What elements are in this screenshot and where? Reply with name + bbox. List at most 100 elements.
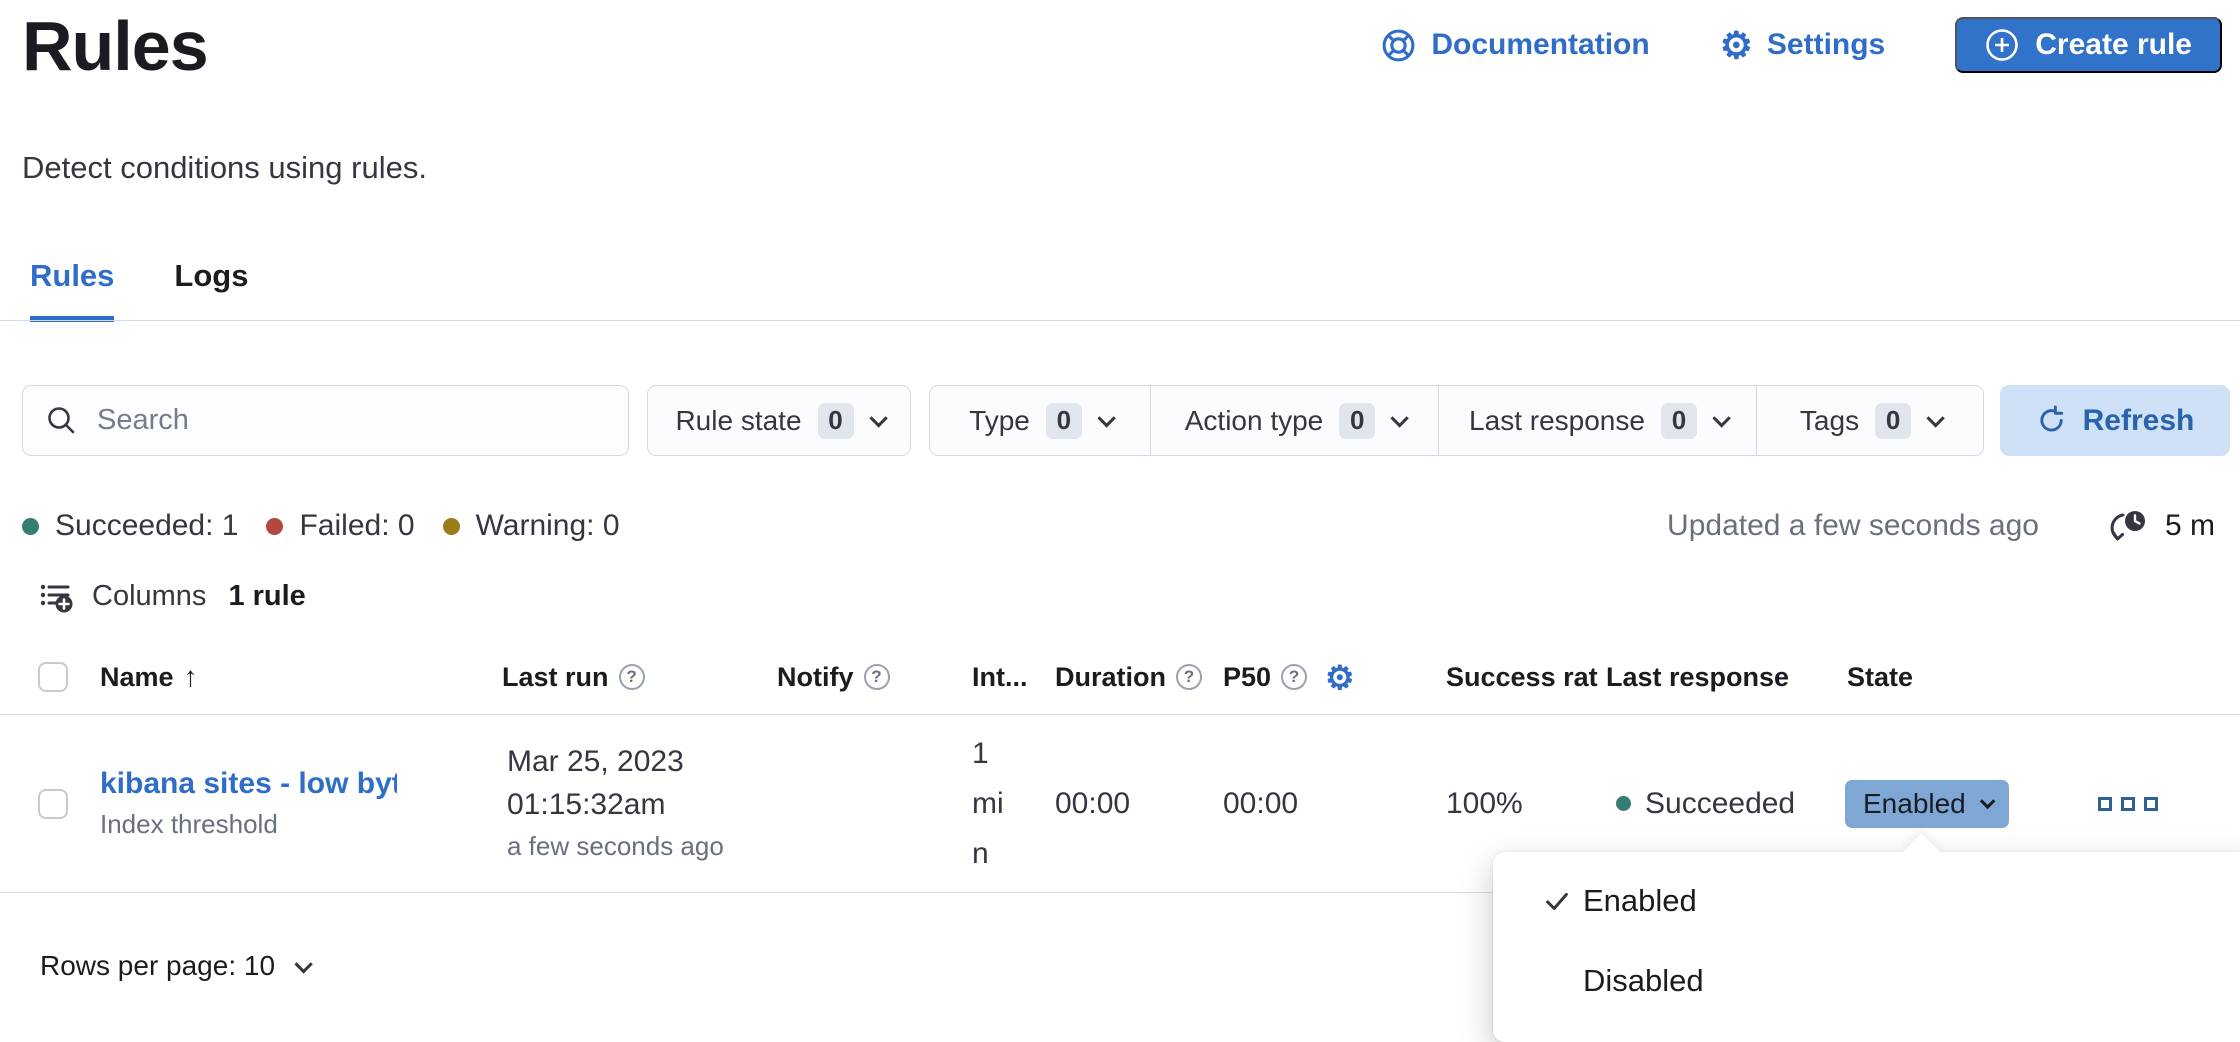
menu-item-enabled-label: Enabled [1583, 883, 1697, 919]
last-run-date: Mar 25, 2023 [507, 745, 684, 779]
filter-group: Type 0 Action type 0 Last response 0 Tag… [929, 385, 1984, 456]
duration-cell: 00:00 [1053, 787, 1223, 821]
menu-item-disabled-label: Disabled [1583, 963, 1704, 999]
tabs-divider [0, 320, 2240, 321]
help-icon[interactable]: ? [1281, 664, 1307, 690]
header-name-label: Name [100, 662, 174, 693]
time-refresh-icon[interactable] [2109, 508, 2149, 544]
header-notify-label: Notify [777, 662, 854, 693]
header-notify: Notify ? [777, 662, 968, 693]
header-p50: P50 ? ⚙ [1223, 661, 1444, 694]
search-icon [45, 404, 79, 438]
rows-per-page-button[interactable]: Rows per page: 10 [40, 945, 308, 987]
state-badge[interactable]: Enabled [1845, 780, 2009, 828]
status-warning: Warning: 0 [443, 509, 620, 543]
status-summary: Succeeded: 1 Failed: 0 Warning: 0 [22, 509, 634, 543]
last-run-time: 01:15:32am [507, 788, 665, 822]
status-right: Updated a few seconds ago 5 m [1667, 508, 2215, 544]
filter-tags-count: 0 [1875, 403, 1911, 439]
header-last-run-label: Last run [502, 662, 609, 693]
filter-last-response-count: 0 [1661, 403, 1697, 439]
header-success-ratio-label: Success rat [1446, 662, 1598, 693]
table-header-row: Name ↑ Last run ? Notify ? Int... Durati… [0, 640, 2240, 715]
tab-rules[interactable]: Rules [30, 258, 114, 322]
p50-value: 00:00 [1223, 787, 1298, 821]
refresh-label: Refresh [2083, 404, 2195, 438]
state-dropdown-popover: Enabled Disabled [1493, 852, 2240, 1042]
page-subtitle: Detect conditions using rules. [22, 150, 427, 186]
failed-dot-icon [266, 518, 283, 535]
p50-settings-gear-icon[interactable]: ⚙ [1325, 661, 1355, 694]
refresh-button[interactable]: Refresh [2000, 385, 2230, 456]
columns-button[interactable]: Columns [38, 578, 206, 614]
last-run-cell: Mar 25, 2023 01:15:32am a few seconds ag… [502, 745, 777, 862]
rule-name-link[interactable]: kibana sites - low byte [100, 767, 397, 801]
header-checkbox-cell [22, 662, 100, 692]
chevron-down-icon [1391, 409, 1409, 427]
row-checkbox-cell [22, 789, 100, 819]
header-interval-label: Int... [972, 662, 1028, 693]
name-cell: kibana sites - low byte Index threshold [100, 767, 502, 840]
documentation-link[interactable]: Documentation [1380, 27, 1649, 64]
filter-type[interactable]: Type 0 [930, 386, 1150, 455]
header-name[interactable]: Name ↑ [100, 661, 502, 693]
header-state: State [1845, 662, 2090, 693]
header-duration: Duration ? [1053, 662, 1223, 693]
chevron-down-icon [294, 955, 312, 973]
menu-item-disabled[interactable]: Disabled [1493, 952, 2240, 1010]
settings-label: Settings [1767, 28, 1885, 62]
rows-per-page-label: Rows per page: 10 [40, 950, 275, 982]
header-interval: Int... [968, 662, 1053, 693]
chevron-down-icon [1927, 409, 1945, 427]
menu-item-enabled[interactable]: Enabled [1493, 872, 2240, 930]
row-checkbox[interactable] [38, 789, 68, 819]
filter-last-response[interactable]: Last response 0 [1438, 386, 1756, 455]
tab-bar: Rules Logs [30, 258, 248, 322]
interval-value: 1 min [972, 729, 1012, 879]
filter-tags[interactable]: Tags 0 [1756, 386, 1983, 455]
filter-action-type[interactable]: Action type 0 [1150, 386, 1438, 455]
filter-rule-state-label: Rule state [675, 405, 801, 437]
last-response-value: Succeeded [1645, 787, 1795, 821]
filter-action-type-count: 0 [1339, 403, 1375, 439]
header-p50-label: P50 [1223, 662, 1271, 693]
filter-tags-label: Tags [1800, 405, 1859, 437]
success-ratio-cell: 100% [1444, 787, 1602, 821]
documentation-icon [1380, 27, 1417, 64]
status-failed: Failed: 0 [266, 509, 414, 543]
row-actions-button[interactable] [2090, 797, 2240, 811]
succeeded-dot-icon [22, 518, 39, 535]
help-icon[interactable]: ? [864, 664, 890, 690]
succeeded-dot-icon [1616, 796, 1631, 811]
columns-label: Columns [92, 580, 206, 613]
warning-label: Warning: 0 [476, 509, 620, 543]
filter-bar: Rule state 0 Type 0 Action type 0 Last r… [22, 385, 2230, 456]
filter-rule-state-count: 0 [818, 403, 854, 439]
settings-link[interactable]: ⚙ Settings [1720, 27, 1886, 64]
chevron-down-icon [1712, 409, 1730, 427]
select-all-checkbox[interactable] [38, 662, 68, 692]
filter-rule-state[interactable]: Rule state 0 [647, 385, 911, 456]
check-icon [1541, 886, 1573, 916]
boxes-horizontal-icon [2098, 797, 2112, 811]
search-box [22, 385, 629, 456]
tab-logs[interactable]: Logs [174, 258, 248, 322]
help-icon[interactable]: ? [1176, 664, 1202, 690]
help-icon[interactable]: ? [619, 664, 645, 690]
table-toolbar: Columns 1 rule [38, 578, 306, 614]
chevron-down-icon [1097, 409, 1115, 427]
status-bar: Succeeded: 1 Failed: 0 Warning: 0 Update… [22, 505, 2215, 547]
refresh-interval-value[interactable]: 5 m [2165, 509, 2215, 543]
last-response-cell: Succeeded [1602, 787, 1845, 821]
header-last-run: Last run ? [502, 662, 777, 693]
plus-circle-icon [1985, 28, 2019, 62]
documentation-label: Documentation [1431, 28, 1649, 62]
warning-dot-icon [443, 518, 460, 535]
create-rule-button[interactable]: Create rule [1955, 17, 2222, 73]
header-last-response: Last response [1602, 662, 1845, 693]
boxes-horizontal-icon [2121, 797, 2135, 811]
interval-cell: 1 min [968, 729, 1053, 879]
updated-text: Updated a few seconds ago [1667, 509, 2039, 543]
search-input[interactable] [97, 404, 606, 437]
filter-action-type-label: Action type [1185, 405, 1324, 437]
